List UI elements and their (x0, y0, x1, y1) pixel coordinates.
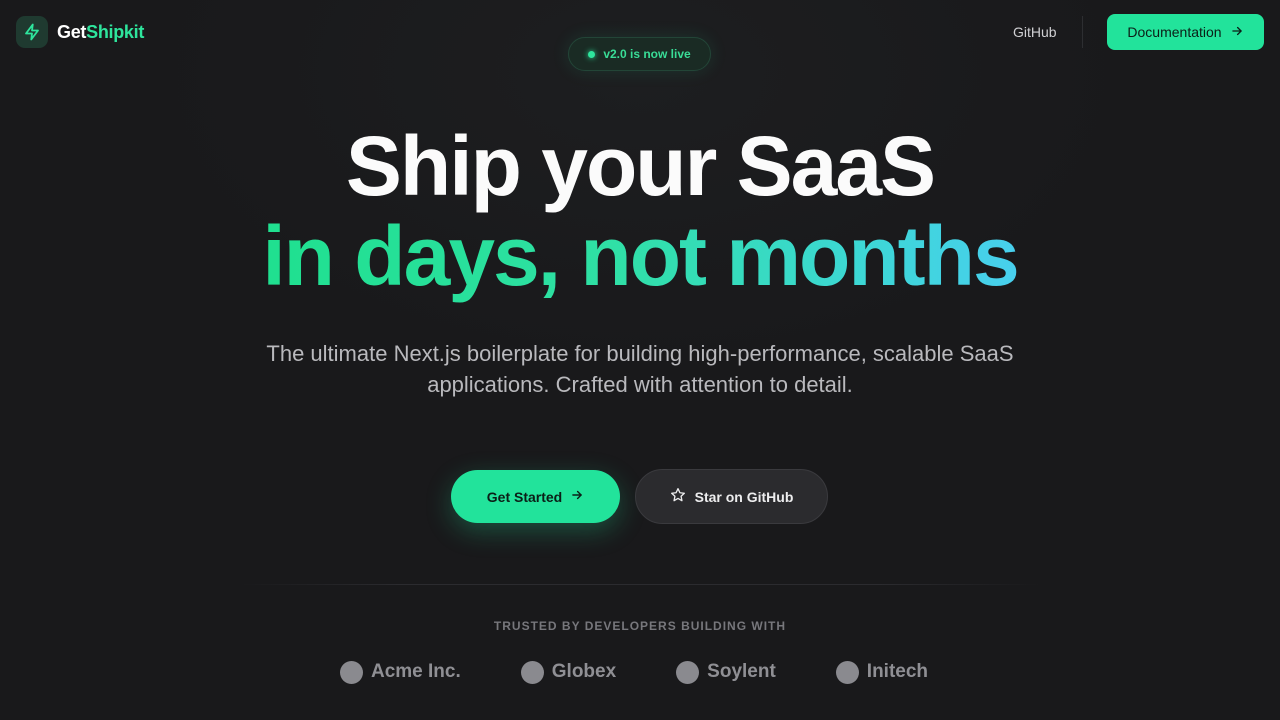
nav-divider (1082, 16, 1083, 48)
landing-page: GetShipkit GitHub Documentation v2.0 is … (0, 0, 1280, 720)
logo-circle-icon (340, 660, 363, 684)
partner-logo-acme: Acme Inc. (340, 660, 461, 684)
partner-logo-globex: Globex (520, 660, 617, 684)
brand-name: GetShipkit (57, 22, 144, 43)
partner-logo-soylent: Soylent (676, 660, 776, 684)
partner-logo-name: Acme Inc. (371, 661, 461, 682)
hero-headline-accent-text: in days, not months (262, 209, 1019, 303)
get-started-button-label: Get Started (486, 488, 563, 505)
arrow-right-icon (1230, 24, 1244, 41)
logo-circle-icon (835, 660, 859, 684)
documentation-button[interactable]: Documentation (1107, 14, 1264, 50)
nav-github-link[interactable]: GitHub (1013, 22, 1057, 42)
hero-headline-accent: in days, not months (0, 206, 1280, 306)
hero-headline: Ship your SaaS (345, 119, 936, 213)
brand-name-prefix: Get (57, 21, 87, 42)
live-indicator-dot (588, 50, 596, 58)
lightning-bolt-icon (16, 16, 48, 48)
star-on-github-button[interactable]: Star on GitHub (635, 469, 828, 524)
trusted-by-label: TRUSTED BY DEVELOPERS BUILDING WITH (493, 619, 787, 633)
release-badge[interactable]: v2.0 is now live (568, 37, 711, 71)
section-divider (240, 584, 1040, 585)
logo-circle-icon (520, 660, 544, 684)
partner-logo-initech: Initech (835, 660, 929, 684)
star-on-github-button-label: Star on GitHub (694, 488, 794, 505)
release-badge-text: v2.0 is now live (603, 47, 691, 61)
brand-link[interactable]: GetShipkit (16, 16, 144, 48)
partner-logo-name: Soylent (707, 661, 776, 682)
hero-subtitle: The ultimate Next.js boilerplate for bui… (266, 341, 1014, 397)
logo-circle-icon (676, 660, 700, 684)
partner-logo-name: Globex (551, 661, 617, 682)
partner-logo-name: Initech (866, 661, 929, 682)
get-started-button[interactable]: Get Started (451, 470, 620, 523)
arrow-right-icon (570, 488, 584, 505)
star-icon (670, 487, 686, 506)
brand-name-suffix: Shipkit (86, 21, 145, 42)
trusted-logos: Acme Inc. Globex Soylent Initech (340, 658, 928, 686)
documentation-button-label: Documentation (1127, 24, 1222, 40)
